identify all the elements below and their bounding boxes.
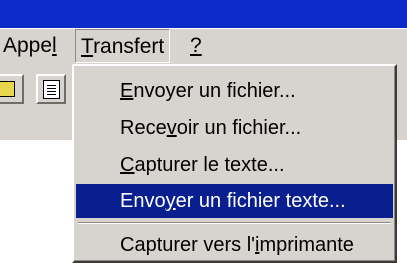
properties-button[interactable] (36, 74, 66, 104)
menu-transfert[interactable]: Transfert (75, 29, 171, 63)
title-bar (0, 0, 407, 28)
menu-item-receive-file[interactable]: Recevoir un fichier... (76, 111, 393, 145)
menu-appel[interactable]: Appel (3, 29, 57, 65)
transfert-menu: Envoyer un fichier... Recevoir un fichie… (72, 64, 397, 263)
menu-item-capture-text[interactable]: Capturer le texte... (76, 148, 393, 182)
menu-bar: Appel Transfert ? (0, 28, 407, 64)
connect-button[interactable] (0, 74, 24, 104)
connect-icon (0, 81, 15, 97)
menu-item-send-text-file[interactable]: Envoyer un fichier texte... (76, 184, 393, 218)
menu-item-send-file[interactable]: Envoyer un fichier... (76, 74, 393, 108)
menu-item-capture-printer[interactable]: Capturer vers l'imprimante (76, 228, 393, 262)
menu-help[interactable]: ? (190, 29, 202, 65)
menu-separator (78, 222, 391, 224)
properties-icon (43, 80, 60, 99)
